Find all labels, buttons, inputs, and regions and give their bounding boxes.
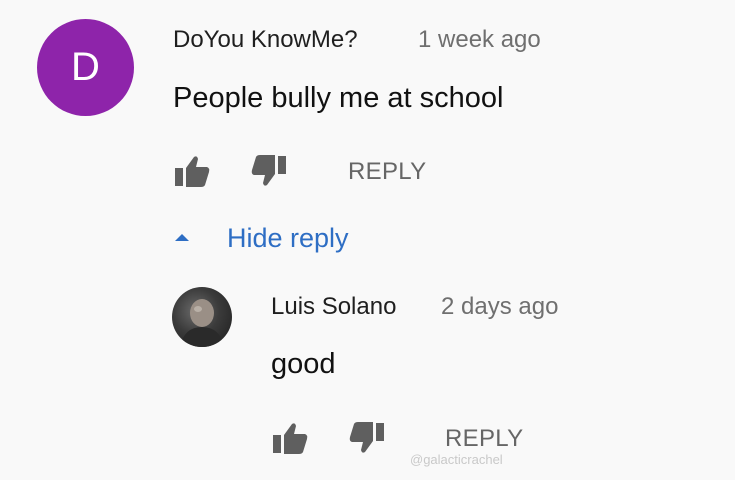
reply-author[interactable]: Luis Solano <box>271 293 396 321</box>
thumbs-up-icon[interactable] <box>271 421 309 455</box>
thumbs-down-icon[interactable] <box>348 421 386 455</box>
comment-text: People bully me at school <box>173 82 504 114</box>
thumbs-down-icon[interactable] <box>250 154 288 188</box>
reply-button[interactable]: REPLY <box>348 158 426 186</box>
watermark: @galacticrachel <box>410 452 503 467</box>
comment-time[interactable]: 1 week ago <box>418 26 541 54</box>
comment-author[interactable]: DoYou KnowMe? <box>173 26 358 54</box>
reply-button[interactable]: REPLY <box>445 425 523 453</box>
reply-avatar[interactable] <box>172 287 232 347</box>
reply-text: good <box>271 348 336 380</box>
reply-time[interactable]: 2 days ago <box>441 293 558 321</box>
thumbs-up-icon[interactable] <box>173 154 211 188</box>
avatar[interactable]: D <box>37 19 134 116</box>
caret-up-icon[interactable] <box>173 231 191 243</box>
hide-reply-button[interactable]: Hide reply <box>227 223 349 254</box>
